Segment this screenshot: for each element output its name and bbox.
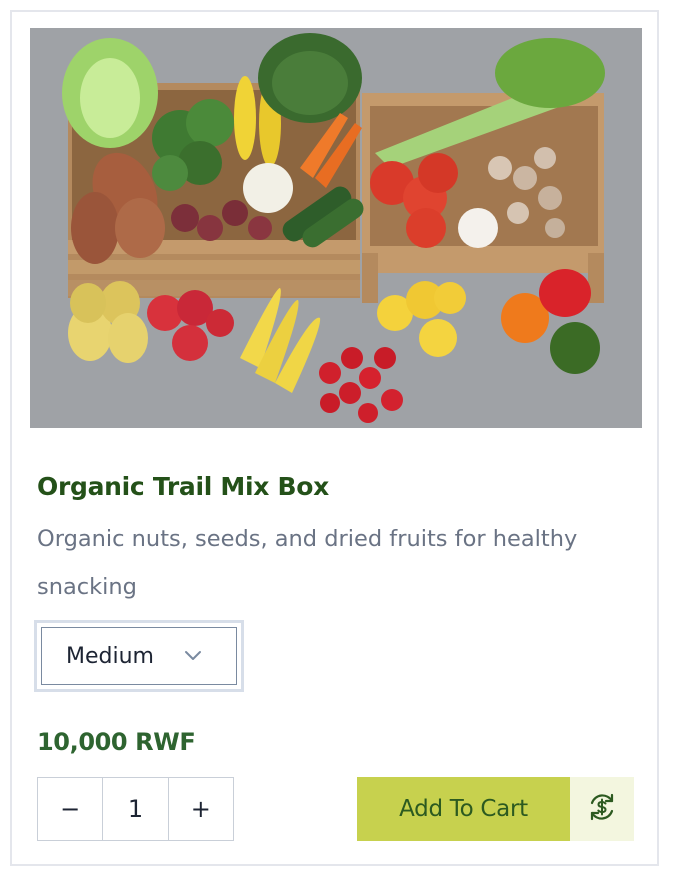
product-title[interactable]: Organic Trail Mix Box [37, 472, 329, 501]
increment-button[interactable]: + [167, 778, 233, 840]
product-card: Organic Trail Mix Box Organic nuts, seed… [10, 10, 659, 866]
size-select-value: Medium [66, 643, 154, 669]
size-select[interactable]: Medium [34, 620, 244, 692]
chevron-down-icon [184, 650, 202, 662]
add-to-cart-button[interactable]: Add To Cart [357, 777, 570, 841]
product-description: Organic nuts, seeds, and dried fruits fo… [37, 526, 578, 600]
quantity-value[interactable]: 1 [102, 778, 167, 840]
product-price: 10,000 RWF [37, 728, 196, 756]
size-select-box[interactable]: Medium [41, 627, 237, 685]
decrement-button[interactable]: − [38, 778, 102, 840]
recurring-dollar-icon [585, 790, 619, 829]
produce-illustration [30, 28, 642, 428]
product-image[interactable] [30, 28, 642, 428]
subscribe-button[interactable] [570, 777, 634, 841]
quantity-stepper: − 1 + [37, 777, 234, 841]
